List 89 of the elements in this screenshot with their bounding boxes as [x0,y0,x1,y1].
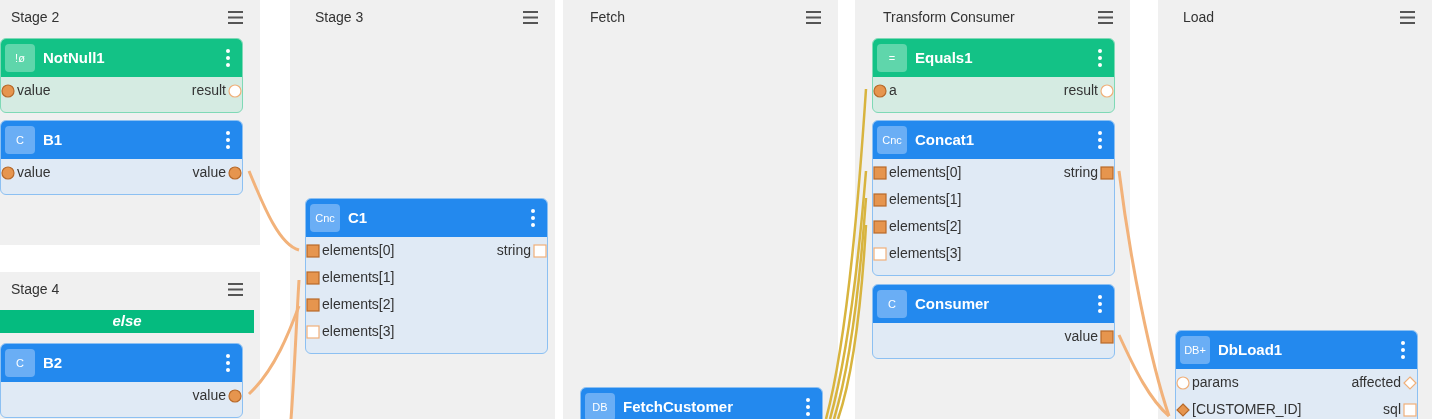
node-card[interactable]: C B1 value value [0,120,243,195]
node-card[interactable]: DB FetchCustomer [580,387,823,419]
more-icon[interactable] [806,398,810,416]
node-type-badge: C [5,349,35,377]
more-icon[interactable] [226,49,230,67]
lane-title: Stage 3 [315,7,365,27]
output-port-label: string [496,241,531,260]
more-icon[interactable] [226,354,230,372]
input-port-label: elements[2] [889,217,962,236]
circle-port-icon[interactable] [228,165,242,180]
node-type-badge: = [877,44,907,72]
node-title: Concat1 [915,129,976,150]
output-port-label: value [1064,327,1098,346]
node-card[interactable]: Cnc C1 elements[0] string elements[1] elements[2] elements[3] [305,198,548,354]
input-port-label: elements[0] [889,163,962,182]
node-title: B1 [43,129,64,150]
more-icon[interactable] [1098,295,1102,313]
input-port-label: elements[1] [889,190,962,209]
input-port-label: elements[1] [322,268,395,287]
square-port-icon[interactable] [873,219,887,234]
node-type-badge: C [5,126,35,154]
more-icon[interactable] [1401,341,1405,359]
lane-title: Transform Consumer [883,7,1016,27]
more-icon[interactable] [226,131,230,149]
more-icon[interactable] [1098,49,1102,67]
lane-title: Load [1183,7,1216,27]
node-type-badge: DB [585,393,615,419]
node-card[interactable]: !ø NotNull1 value result [0,38,243,113]
more-icon[interactable] [1098,131,1102,149]
lane-title: Stage 2 [11,7,61,27]
node-title: B2 [43,352,64,373]
square-port-icon[interactable] [873,165,887,180]
input-port-label: value [17,81,51,100]
diamond-port-icon[interactable] [1403,375,1417,390]
node-type-badge: !ø [5,44,35,72]
circle-port-icon[interactable] [1,165,15,180]
node-card[interactable]: Cnc Concat1 elements[0] string elements[1] elements[2] elements[3] [872,120,1115,276]
node-type-badge: DB+ [1180,336,1210,364]
lane-title: Stage 4 [11,279,61,299]
more-icon[interactable] [531,209,535,227]
node-title: C1 [348,207,369,228]
output-port-label: result [191,81,226,100]
menu-icon[interactable] [806,10,821,24]
square-port-icon[interactable] [306,297,320,312]
menu-icon[interactable] [523,10,538,24]
else-banner: else [0,310,254,333]
output-port-label: value [192,163,226,182]
node-type-badge: C [877,290,907,318]
node-card[interactable]: DB+ DbLoad1 params affected [CUSTOMER_ID] sql [1175,330,1418,419]
menu-icon[interactable] [1400,10,1415,24]
output-port-label: value [192,386,226,405]
diamond-port-icon[interactable] [1176,402,1190,417]
output-port-label: string [1063,163,1098,182]
output-port-label: sql [1383,400,1401,419]
node-title: FetchCustomer [623,396,735,417]
node-title: DbLoad1 [1218,339,1284,360]
input-port-label: params [1192,373,1239,392]
input-port-label: elements[3] [889,244,962,263]
menu-icon[interactable] [1098,10,1113,24]
circle-port-icon[interactable] [228,83,242,98]
square-port-icon[interactable] [1100,165,1114,180]
menu-icon[interactable] [228,282,243,296]
input-port-label: elements[2] [322,295,395,314]
square-port-icon[interactable] [306,270,320,285]
output-port-label: affected [1351,373,1401,392]
node-type-badge: Cnc [877,126,907,154]
lane-title: Fetch [590,7,626,27]
circle-port-icon[interactable] [873,83,887,98]
output-port-label: result [1063,81,1098,100]
node-card[interactable]: C Consumer value [872,284,1115,359]
square-port-icon[interactable] [306,243,320,258]
input-port-label: elements[0] [322,241,395,260]
square-port-icon[interactable] [873,192,887,207]
circle-port-icon[interactable] [1176,375,1190,390]
input-port-label: value [17,163,51,182]
input-port-label: [CUSTOMER_ID] [1192,400,1302,419]
node-type-badge: Cnc [310,204,340,232]
node-card[interactable]: = Equals1 a result [872,38,1115,113]
node-card[interactable]: C B2 value [0,343,243,418]
input-port-label: a [889,81,897,100]
square-port-icon[interactable] [1100,329,1114,344]
circle-port-icon[interactable] [1100,83,1114,98]
menu-icon[interactable] [228,10,243,24]
circle-port-icon[interactable] [1,83,15,98]
node-title: Consumer [915,293,991,314]
node-title: NotNull1 [43,47,106,68]
input-port-label: elements[3] [322,322,395,341]
circle-port-icon[interactable] [228,388,242,403]
node-title: Equals1 [915,47,974,68]
